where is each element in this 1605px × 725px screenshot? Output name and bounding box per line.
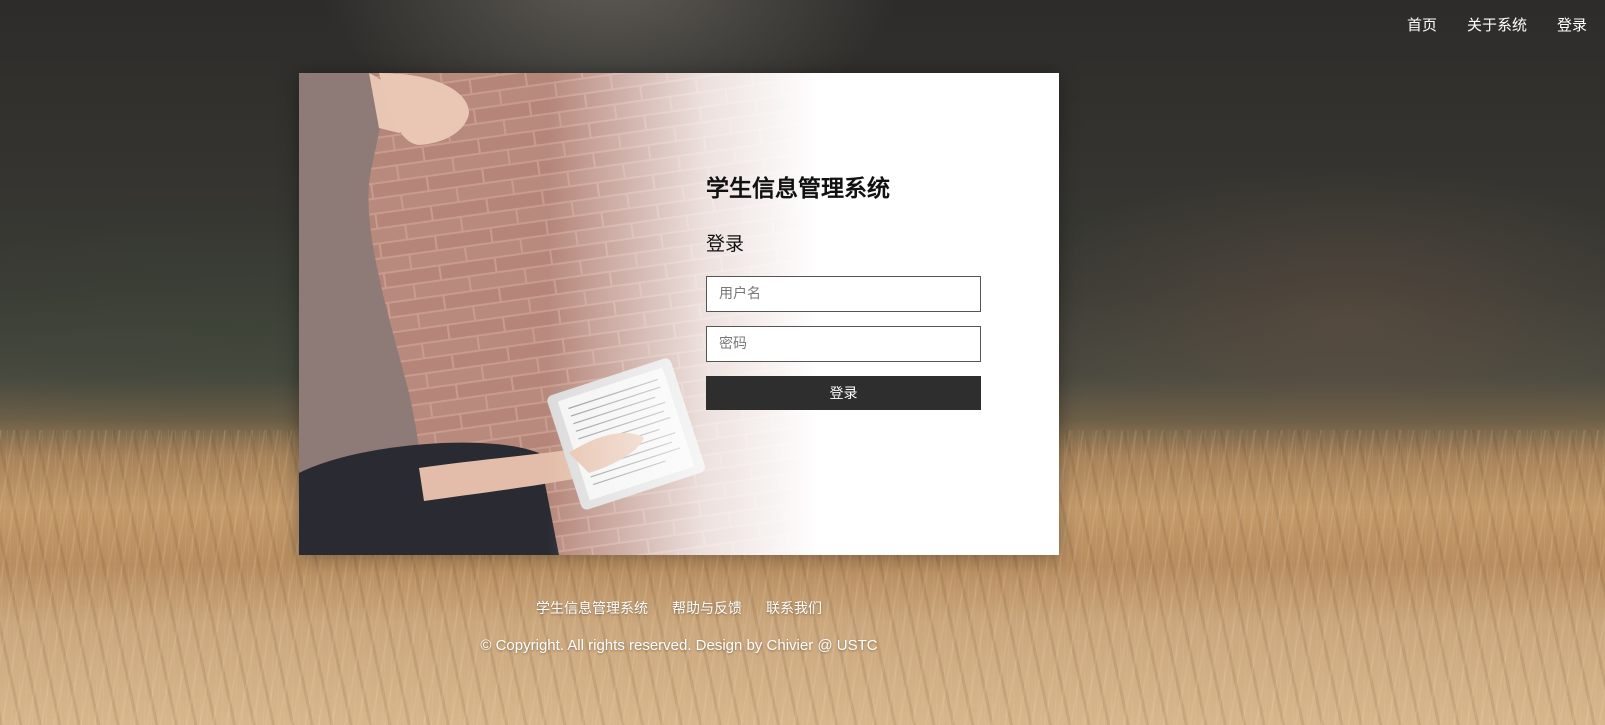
system-title: 学生信息管理系统 xyxy=(706,176,890,202)
footer-links: 学生信息管理系统 帮助与反馈 联系我们 xyxy=(0,598,1358,618)
login-button[interactable]: 登录 xyxy=(706,376,981,410)
login-page: 首页 关于系统 登录 学生信息管理系统 登录 用户名 登录 学生信息管理系统 帮… xyxy=(0,0,1605,725)
nav-about-link[interactable]: 关于系统 xyxy=(1467,14,1527,35)
login-card: 学生信息管理系统 登录 登录 xyxy=(299,73,1059,555)
footer-link-contact[interactable]: 联系我们 xyxy=(766,598,822,618)
copyright-text: © Copyright. All rights reserved. Design… xyxy=(480,637,878,654)
username-input[interactable] xyxy=(706,276,981,312)
login-heading: 登录 xyxy=(706,233,745,255)
top-nav: 首页 关于系统 登录 xyxy=(1407,14,1587,35)
login-form: 学生信息管理系统 登录 登录 xyxy=(706,169,982,410)
password-input[interactable] xyxy=(706,326,981,362)
nav-home-link[interactable]: 首页 xyxy=(1407,14,1437,35)
footer-link-system[interactable]: 学生信息管理系统 xyxy=(536,598,648,618)
footer-link-help-feedback[interactable]: 帮助与反馈 xyxy=(672,598,742,618)
nav-login-link[interactable]: 登录 xyxy=(1557,14,1587,35)
